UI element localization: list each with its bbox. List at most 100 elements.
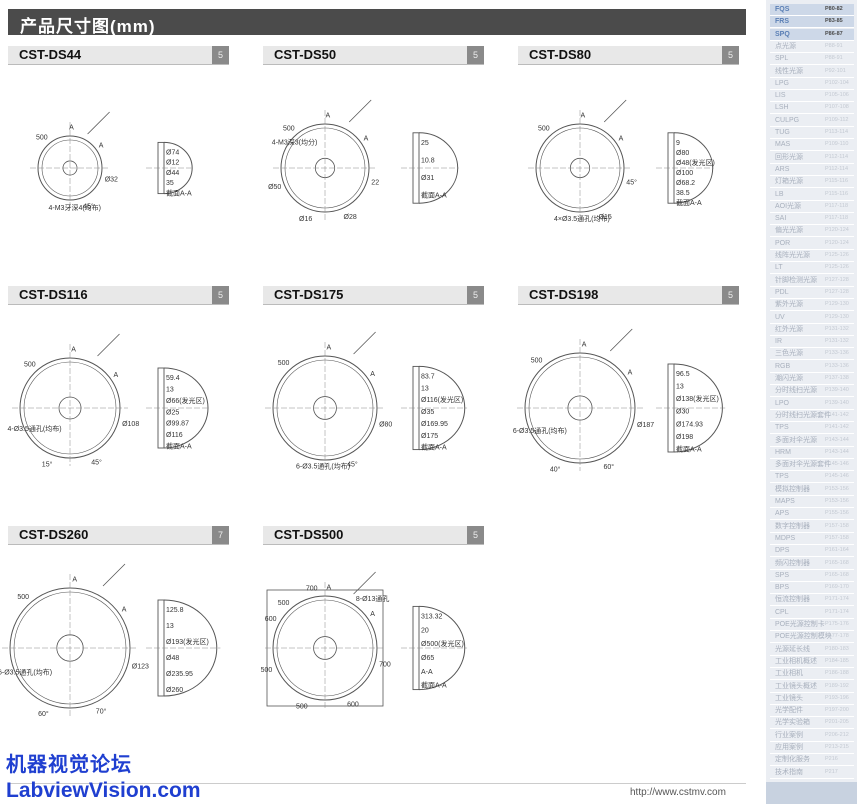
sidebar-item[interactable]: LB P115-116 <box>770 189 854 201</box>
sidebar-item[interactable]: 工业镜头 P193-196 <box>770 693 854 705</box>
sidebar-item[interactable]: SPS P165-168 <box>770 570 854 582</box>
dimension-label: Ø48(发光区) <box>676 158 715 167</box>
sidebar-item[interactable]: 多面对伞光源套件 P145-146 <box>770 459 854 472</box>
sidebar-item[interactable]: 应用案例 P213-215 <box>770 742 854 754</box>
sidebar-item[interactable]: 多面对伞光源 P143-144 <box>770 435 854 447</box>
sidebar-item[interactable]: LPG P102-104 <box>770 78 854 90</box>
sidebar-item[interactable]: 偏光光源 P120-124 <box>770 225 854 238</box>
sidebar-item-page: P201-205 <box>825 719 849 726</box>
sidebar-item[interactable]: PDL P127-128 <box>770 287 854 299</box>
sidebar-item[interactable]: 针脚检测光源 P127-128 <box>770 275 854 287</box>
sidebar-item[interactable]: 潮闪光源 P137-138 <box>770 373 854 385</box>
sidebar-item[interactable]: 定制化服务 P216 <box>770 754 854 767</box>
sidebar-item[interactable]: 数字控制器 P157-158 <box>770 521 854 533</box>
sidebar-item[interactable]: CPL P171-174 <box>770 607 854 619</box>
sidebar-item[interactable]: CULPG P109-112 <box>770 115 854 127</box>
page-number: 5 <box>212 286 229 304</box>
sidebar-item-page: P141-142 <box>825 424 849 431</box>
sidebar-item-label: LB <box>775 190 784 198</box>
dimension-label: Ø193(发光区) <box>166 637 209 646</box>
sidebar-item[interactable]: FRS P83-85 <box>770 16 854 29</box>
cable <box>353 571 376 595</box>
sidebar-item[interactable]: 工业相机 P186-188 <box>770 668 854 681</box>
sidebar-item[interactable]: 分时线扫光源套件 P141-142 <box>770 410 854 422</box>
sidebar-item[interactable]: 恒流控制器 P171-174 <box>770 594 854 607</box>
dimension-label: 35 <box>166 180 174 187</box>
sidebar-item[interactable]: SPL P88-91 <box>770 53 854 66</box>
sidebar-item[interactable]: ARS P112-114 <box>770 164 854 176</box>
footer-url[interactable]: http://www.cstmv.com <box>630 787 726 798</box>
sidebar-item[interactable]: MAS P109-110 <box>770 139 854 152</box>
sidebar-item[interactable]: UV P129-130 <box>770 312 854 324</box>
sidebar-item-page: P169-170 <box>825 584 849 591</box>
sidebar-item[interactable]: 光学实验箱 P201-205 <box>770 717 854 730</box>
sidebar-item[interactable]: 线阵光光源 P125-126 <box>770 250 854 262</box>
dimension-label: 截面A-A <box>166 442 192 451</box>
sidebar-item[interactable]: 三色光源 P133-136 <box>770 348 854 361</box>
sidebar-item[interactable]: DPS P161-164 <box>770 545 854 558</box>
sidebar-item[interactable]: BPS P169-170 <box>770 582 854 595</box>
dimension-label: Ø74 <box>166 149 179 156</box>
sidebar-item[interactable]: TPS P145-146 <box>770 471 854 484</box>
sidebar-item[interactable]: SPQ P86-87 <box>770 28 854 41</box>
sidebar-item-page: P217 <box>825 768 838 775</box>
sidebar-item[interactable]: TUG P113-114 <box>770 127 854 139</box>
sidebar-item-page: P137-138 <box>825 375 849 381</box>
sidebar-item-page: P115-116 <box>825 190 849 197</box>
sidebar-item[interactable]: 光学配件 P197-200 <box>770 705 854 718</box>
sidebar-item[interactable]: TPS P141-142 <box>770 422 854 435</box>
sidebar-item-label: DPS <box>775 547 790 555</box>
sidebar-item[interactable]: 紫外光源 P129-130 <box>770 299 854 312</box>
sidebar-item[interactable]: 线性光源 P92-101 <box>770 66 854 78</box>
dimension-label: A <box>619 136 624 143</box>
sidebar-item[interactable]: 点光源 P88-91 <box>770 41 854 53</box>
dimension-label: Ø25 <box>166 409 179 416</box>
sidebar-item[interactable]: MAPS P153-156 <box>770 496 854 508</box>
sidebar-item[interactable]: APS P155-156 <box>770 508 854 521</box>
sidebar-item-page: P213-215 <box>825 744 849 750</box>
sidebar-item[interactable]: LSH P107-108 <box>770 102 854 115</box>
sidebar-item-page: P127-128 <box>825 276 849 283</box>
sidebar-item[interactable]: POE光源控制卡 P175-176 <box>770 619 854 631</box>
sidebar-item-page: P143-144 <box>825 436 849 443</box>
sidebar-item[interactable]: 工业相机概述 P184-185 <box>770 656 854 668</box>
sidebar-item-page: P165-168 <box>825 571 849 578</box>
sidebar-item[interactable]: 技术指南 P217 <box>770 767 854 779</box>
sidebar-item[interactable]: POR P120-124 <box>770 238 854 250</box>
sidebar-item[interactable]: HRM P143-144 <box>770 447 854 459</box>
sidebar-item-label: TPS <box>775 424 789 432</box>
sidebar-item[interactable]: IR P131-132 <box>770 336 854 349</box>
sidebar-item[interactable]: 模拟控制器 P153-156 <box>770 484 854 496</box>
sidebar-item[interactable]: 频闪控制器 P165-168 <box>770 558 854 570</box>
sidebar-item[interactable]: 灯箱光源 P115-116 <box>770 176 854 189</box>
sidebar-item[interactable]: 工业镜头概述 P189-192 <box>770 681 854 693</box>
sidebar-item[interactable]: 红外光源 P131-132 <box>770 324 854 336</box>
sidebar-item-page: P141-142 <box>825 411 849 418</box>
sidebar-item-page: P117-118 <box>825 215 849 222</box>
sidebar-item[interactable]: MDPS P157-158 <box>770 533 854 545</box>
sidebar-item-label: SAI <box>775 215 787 223</box>
sidebar-item-label: AOI光源 <box>775 202 802 210</box>
sidebar-item-label: 行业案例 <box>775 731 803 739</box>
sidebar-item[interactable]: LT P125-126 <box>770 262 854 275</box>
dimension-label: Ø44 <box>166 170 179 177</box>
sidebar-item[interactable]: AOI光源 P117-118 <box>770 201 854 213</box>
sidebar-item[interactable]: 光源延长线 P180-183 <box>770 644 854 656</box>
dimension-label: A <box>122 607 127 614</box>
sidebar-item[interactable]: SAI P117-118 <box>770 213 854 226</box>
dimension-label: 13 <box>166 623 174 630</box>
dimension-label: Ø50 <box>268 184 281 191</box>
sidebar-item[interactable]: POE光源控制模块 P177-178 <box>770 631 854 644</box>
sidebar-item[interactable]: 行业案例 P206-212 <box>770 730 854 742</box>
sidebar-item-page: P131-132 <box>825 325 849 332</box>
product-title-bar: CST-DS260 7 <box>8 526 229 545</box>
dimension-label: 500 <box>296 704 308 711</box>
sidebar-item[interactable]: FQS P80-82 <box>770 4 854 16</box>
sidebar-item[interactable]: 回形光源 P112-114 <box>770 152 854 164</box>
product-name: CST-DS80 <box>529 47 592 62</box>
sidebar-item[interactable]: 分时线扫光源 P139-140 <box>770 385 854 398</box>
dimension-label: Ø30 <box>676 409 689 416</box>
sidebar-item[interactable]: RGB P133-136 <box>770 361 854 373</box>
sidebar-item[interactable]: LPO P139-140 <box>770 398 854 410</box>
sidebar-item[interactable]: LIS P105-106 <box>770 90 854 103</box>
